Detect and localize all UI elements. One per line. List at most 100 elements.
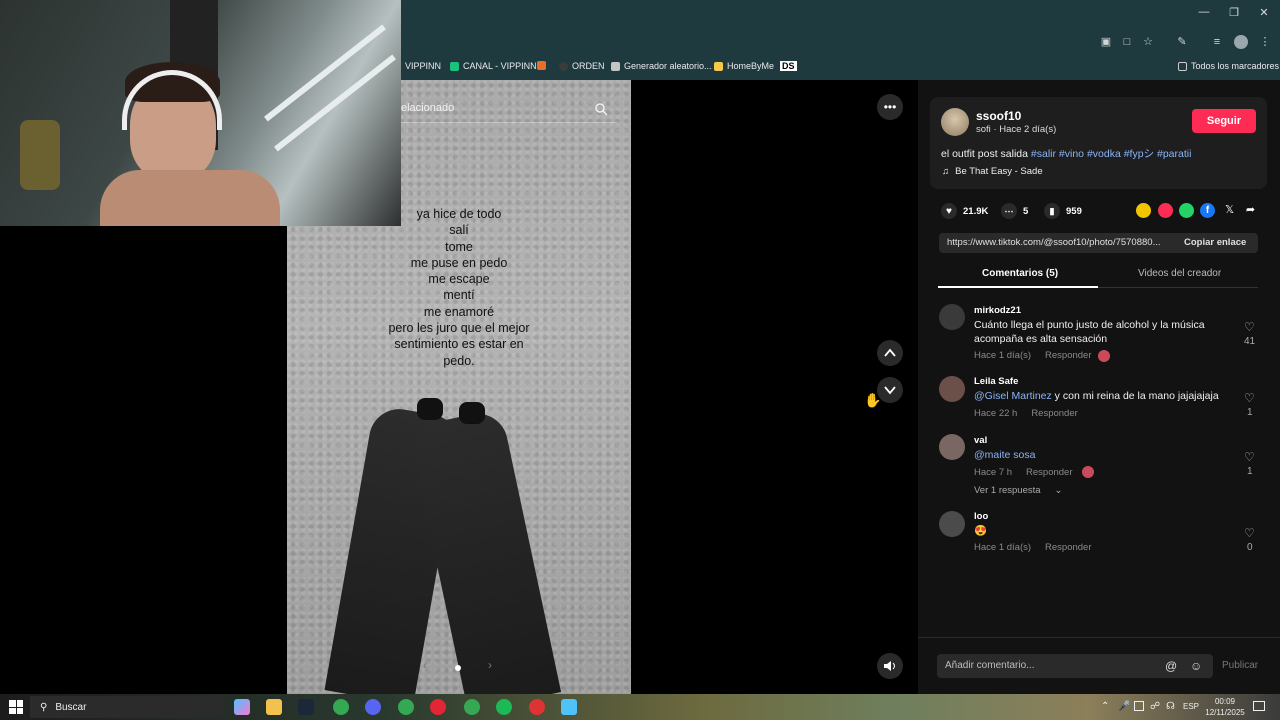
tab-creator-videos[interactable]: Videos del creador bbox=[1138, 268, 1221, 279]
reply-button[interactable]: Responder bbox=[1045, 542, 1091, 553]
comment-username[interactable]: loo bbox=[974, 511, 988, 522]
clock[interactable]: 00:09 12/11/2025 bbox=[1204, 696, 1246, 718]
poem-line: me enamoré bbox=[423, 304, 495, 319]
bookmark-item[interactable]: HomeByMe bbox=[714, 61, 774, 71]
bookmark-item[interactable]: DS bbox=[780, 61, 797, 71]
comment-like-icon[interactable]: ♡ bbox=[1244, 450, 1255, 464]
search-icon[interactable] bbox=[594, 102, 608, 116]
discord-icon[interactable] bbox=[365, 699, 381, 715]
hashtag-link[interactable]: #vino bbox=[1059, 148, 1084, 160]
star-icon[interactable]: ☆ bbox=[1141, 35, 1155, 49]
chrome-icon[interactable] bbox=[398, 699, 414, 715]
carousel-prev-button[interactable]: ‹ bbox=[414, 658, 436, 678]
spotify-icon[interactable] bbox=[496, 699, 512, 715]
extensions-icon[interactable]: ✎ bbox=[1175, 35, 1189, 49]
chrome-icon[interactable] bbox=[464, 699, 480, 715]
author-username[interactable]: ssoof10 bbox=[976, 109, 1021, 123]
comment-username[interactable]: mirkodz21 bbox=[974, 305, 1021, 316]
tray-chevron-icon[interactable]: ⌃ bbox=[1101, 701, 1109, 712]
reply-button[interactable]: Responder bbox=[1026, 467, 1072, 478]
share-send-icon[interactable] bbox=[1158, 203, 1173, 218]
author-avatar[interactable] bbox=[941, 108, 969, 136]
steam-icon[interactable] bbox=[298, 699, 314, 715]
comment-like-icon[interactable]: ♡ bbox=[1244, 526, 1255, 540]
comment-like-icon[interactable]: ♡ bbox=[1244, 320, 1255, 334]
restore-button[interactable]: ❐ bbox=[1224, 6, 1244, 19]
app-icon[interactable] bbox=[561, 699, 577, 715]
comment-avatar[interactable] bbox=[939, 511, 965, 537]
music-title: Be That Easy - Sade bbox=[955, 166, 1043, 177]
more-options-button[interactable]: ••• bbox=[877, 94, 903, 120]
tab-comments[interactable]: Comentarios (5) bbox=[982, 268, 1058, 279]
carousel-next-button[interactable]: › bbox=[479, 658, 501, 678]
chrome-icon[interactable] bbox=[333, 699, 349, 715]
copilot-icon[interactable] bbox=[234, 699, 250, 715]
post-comment-button[interactable]: Publicar bbox=[1222, 660, 1258, 671]
hashtag-link[interactable]: #salir bbox=[1031, 148, 1056, 160]
comment-avatar[interactable] bbox=[939, 304, 965, 330]
cast-icon[interactable]: □ bbox=[1120, 35, 1134, 49]
poem-line: tome bbox=[445, 239, 473, 254]
translate-icon[interactable]: ▣ bbox=[1099, 35, 1113, 49]
microphone-icon[interactable]: 🎤 bbox=[1118, 701, 1130, 712]
bookmark-item[interactable]: ORDEN bbox=[559, 61, 605, 71]
like-action[interactable]: ♥ 21.9K bbox=[941, 203, 988, 219]
mention-icon[interactable]: @ bbox=[1165, 659, 1177, 673]
music-row[interactable]: ♫ Be That Easy - Sade bbox=[942, 166, 1043, 177]
save-action[interactable]: ▮ 959 bbox=[1044, 203, 1082, 219]
follow-button[interactable]: Seguir bbox=[1192, 109, 1256, 133]
comment-like-icon[interactable]: ♡ bbox=[1244, 391, 1255, 405]
speaker-icon[interactable]: ☊ bbox=[1166, 701, 1175, 712]
share-emoji-icon[interactable] bbox=[1136, 203, 1151, 218]
emoji-icon[interactable]: ☺ bbox=[1190, 659, 1202, 673]
comment-action[interactable]: ⋯ 5 bbox=[1001, 203, 1028, 219]
windows-start-icon[interactable] bbox=[9, 700, 23, 714]
bookmark-item[interactable]: CANAL - VIPPINN bbox=[450, 61, 537, 71]
comment-mention[interactable]: @maite sosa bbox=[974, 449, 1035, 461]
network-icon[interactable]: ☍ bbox=[1150, 701, 1160, 712]
notifications-icon[interactable] bbox=[1253, 701, 1265, 711]
hashtag-link[interactable]: #fypシ bbox=[1124, 148, 1154, 160]
hashtag-link[interactable]: #paratii bbox=[1157, 148, 1191, 160]
hashtag-link[interactable]: #vodka bbox=[1087, 148, 1121, 160]
tray-app-icon[interactable] bbox=[1134, 701, 1144, 711]
file-explorer-icon[interactable] bbox=[266, 699, 282, 715]
x-icon[interactable]: 𝕏 bbox=[1222, 203, 1237, 218]
active-tab-indicator bbox=[938, 286, 1098, 288]
comment-text: Cuánto llega el punto justo de alcohol y… bbox=[974, 319, 1205, 345]
copy-link-button[interactable]: Copiar enlace bbox=[1184, 237, 1246, 248]
media-icon[interactable]: ≡ bbox=[1210, 35, 1224, 49]
bookmark-item[interactable] bbox=[537, 61, 546, 70]
related-search-text: elacionado bbox=[401, 102, 455, 114]
taskbar-search[interactable]: ⚲ Buscar bbox=[30, 696, 224, 718]
comment-avatar[interactable] bbox=[939, 376, 965, 402]
bookmark-item[interactable]: VIPPINN bbox=[405, 61, 441, 71]
facebook-icon[interactable]: f bbox=[1200, 203, 1215, 218]
poem-line: sentimiento es estar en bbox=[394, 337, 524, 352]
shoe bbox=[459, 402, 485, 424]
comment-username[interactable]: val bbox=[974, 435, 987, 446]
reply-button[interactable]: Responder bbox=[1045, 350, 1091, 361]
comment-mention[interactable]: @Gisel Martinez bbox=[974, 390, 1052, 402]
volume-button[interactable] bbox=[877, 653, 903, 679]
view-replies-button[interactable]: Ver 1 respuesta ⌄ bbox=[974, 485, 1063, 496]
close-window-button[interactable]: ✕ bbox=[1254, 6, 1274, 19]
share-arrow-icon[interactable]: ➦ bbox=[1243, 203, 1258, 218]
menu-icon[interactable]: ⋮ bbox=[1258, 35, 1272, 49]
comment-avatar[interactable] bbox=[939, 434, 965, 460]
app-icon[interactable] bbox=[529, 699, 545, 715]
all-bookmarks[interactable]: Todos los marcadores bbox=[1178, 61, 1279, 71]
opera-icon[interactable] bbox=[430, 699, 446, 715]
profile-avatar[interactable] bbox=[1234, 35, 1248, 49]
whatsapp-icon[interactable] bbox=[1179, 203, 1194, 218]
comment-like-count: 0 bbox=[1247, 542, 1253, 553]
language-indicator[interactable]: ESP bbox=[1183, 702, 1199, 711]
reply-button[interactable]: Responder bbox=[1031, 408, 1077, 419]
minimize-button[interactable]: — bbox=[1194, 6, 1214, 18]
bookmark-item[interactable]: Generador aleatorio... bbox=[611, 61, 712, 71]
post-link[interactable]: https://www.tiktok.com/@ssoof10/photo/75… bbox=[947, 237, 1160, 248]
comment-username[interactable]: Leila Safe bbox=[974, 376, 1018, 387]
shoe bbox=[417, 398, 443, 420]
previous-video-button[interactable] bbox=[877, 340, 903, 366]
carousel-dot[interactable] bbox=[455, 665, 461, 671]
